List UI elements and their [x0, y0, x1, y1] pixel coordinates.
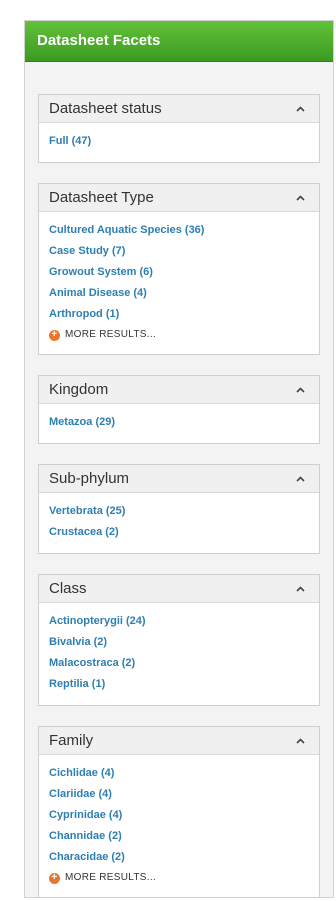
facet-item-link[interactable]: Bivalvia (2) — [49, 632, 309, 653]
facet-title: Sub-phylum — [49, 470, 130, 487]
facet-header[interactable]: Sub-phylum — [39, 465, 319, 493]
chevron-up-icon[interactable] — [291, 381, 309, 399]
panel-title: Datasheet Facets — [25, 21, 333, 62]
facet-item-link[interactable]: Characidae (2) — [49, 847, 309, 868]
facet-body: Metazoa (29) — [39, 404, 319, 443]
facet-body: Vertebrata (25) Crustacea (2) — [39, 493, 319, 553]
facet-item-link[interactable]: Channidae (2) — [49, 826, 309, 847]
facet-header[interactable]: Datasheet Type — [39, 184, 319, 212]
facet-item-link[interactable]: Growout System (6) — [49, 262, 309, 283]
facet-item-link[interactable]: Cultured Aquatic Species (36) — [49, 220, 309, 241]
facet-item-link[interactable]: Case Study (7) — [49, 241, 309, 262]
facet-item-link[interactable]: Crustacea (2) — [49, 522, 309, 543]
facet-title: Kingdom — [49, 381, 109, 398]
facet-item-link[interactable]: Full (47) — [49, 131, 309, 152]
facet-item-link[interactable]: Metazoa (29) — [49, 412, 309, 433]
facet-item-link[interactable]: Cyprinidae (4) — [49, 805, 309, 826]
facet-datasheet-status: Datasheet status Full (47) — [38, 94, 320, 163]
facet-item-link[interactable]: Animal Disease (4) — [49, 283, 309, 304]
facet-body: Cultured Aquatic Species (36) Case Study … — [39, 212, 319, 354]
facet-title: Datasheet status — [49, 100, 162, 117]
facet-item-link[interactable]: Vertebrata (25) — [49, 501, 309, 522]
facet-list: Datasheet status Full (47) Datasheet Type C… — [25, 62, 333, 898]
chevron-up-icon[interactable] — [291, 189, 309, 207]
facet-title: Datasheet Type — [49, 189, 154, 206]
facet-item-link[interactable]: Reptilia (1) — [49, 674, 309, 695]
facet-body: Actinopterygii (24) Bivalvia (2) Malacostr… — [39, 603, 319, 705]
facet-body: Cichlidae (4) Clariidae (4) Cyprinidae (4)… — [39, 755, 319, 897]
plus-circle-icon: + — [49, 872, 60, 884]
facet-header[interactable]: Datasheet status — [39, 95, 319, 123]
chevron-up-icon[interactable] — [291, 470, 309, 488]
more-results-label: MORE RESULTS... — [65, 872, 156, 883]
more-results-button[interactable]: + MORE RESULTS... — [49, 326, 309, 344]
facet-item-link[interactable]: Clariidae (4) — [49, 784, 309, 805]
facet-item-link[interactable]: Arthropod (1) — [49, 304, 309, 325]
facet-header[interactable]: Family — [39, 727, 319, 755]
facet-datasheet-type: Datasheet Type Cultured Aquatic Species (… — [38, 183, 320, 355]
facet-kingdom: Kingdom Metazoa (29) — [38, 375, 320, 444]
facet-title: Family — [49, 732, 94, 749]
facet-item-link[interactable]: Cichlidae (4) — [49, 763, 309, 784]
facet-item-link[interactable]: Actinopterygii (24) — [49, 611, 309, 632]
datasheet-facets-panel: Datasheet Facets Datasheet status Full (4… — [24, 20, 334, 898]
facet-header[interactable]: Kingdom — [39, 376, 319, 404]
facet-header[interactable]: Class — [39, 575, 319, 603]
facet-family: Family Cichlidae (4) Clariidae (4) Cyprinid… — [38, 726, 320, 898]
chevron-up-icon[interactable] — [291, 100, 309, 118]
more-results-label: MORE RESULTS... — [65, 329, 156, 340]
chevron-up-icon[interactable] — [291, 732, 309, 750]
facet-sub-phylum: Sub-phylum Vertebrata (25) Crustacea (2) — [38, 464, 320, 554]
facet-title: Class — [49, 580, 87, 597]
facet-class: Class Actinopterygii (24) Bivalvia (2) Mala… — [38, 574, 320, 706]
chevron-up-icon[interactable] — [291, 580, 309, 598]
more-results-button[interactable]: + MORE RESULTS... — [49, 869, 309, 887]
facet-item-link[interactable]: Malacostraca (2) — [49, 653, 309, 674]
plus-circle-icon: + — [49, 329, 60, 341]
facet-body: Full (47) — [39, 123, 319, 162]
